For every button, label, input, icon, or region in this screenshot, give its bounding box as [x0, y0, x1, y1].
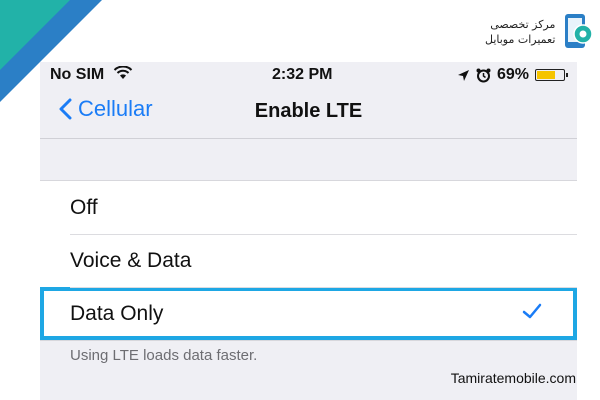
- battery-fill: [537, 71, 555, 79]
- checkmark-icon: [522, 303, 542, 319]
- alarm-icon: [476, 68, 491, 82]
- option-data-only[interactable]: Data Only: [40, 287, 577, 340]
- wifi-icon: [113, 65, 132, 79]
- option-label: Data Only: [70, 301, 164, 325]
- watermark-text: Tamiratemobile.com: [450, 370, 576, 386]
- brand-logo-text: مرکز تخصصی تعمیرات موبایل: [485, 17, 555, 47]
- option-off[interactable]: Off: [40, 181, 577, 234]
- option-label: Voice & Data: [70, 248, 192, 272]
- battery-percent: 69%: [496, 66, 529, 83]
- battery-icon: [535, 69, 568, 81]
- lte-options-list: Off Voice & Data Data Only: [40, 180, 577, 341]
- battery-tip: [566, 73, 568, 77]
- location-arrow-icon: [457, 69, 469, 81]
- brand-logo-line2: تعمیرات موبایل: [485, 33, 556, 46]
- carrier-label: No SIM: [50, 66, 105, 83]
- phone-screen: No SIM 2:32 PM 69% Cellular Enable LTE O…: [40, 62, 577, 400]
- status-bar: No SIM 2:32 PM 69%: [40, 62, 577, 88]
- footer-note: Using LTE loads data faster.: [70, 347, 258, 364]
- status-carrier-group: No SIM: [50, 65, 133, 84]
- corner-ribbon-accent: [0, 0, 70, 70]
- brand-logo: مرکز تخصصی تعمیرات موبایل: [485, 12, 595, 52]
- page-title: Enable LTE: [254, 100, 363, 122]
- phone-gear-icon: [565, 14, 594, 48]
- status-time: 2:32 PM: [272, 66, 333, 83]
- navigation-bar: Cellular Enable LTE: [40, 88, 577, 139]
- option-label: Off: [70, 195, 98, 219]
- option-voice-data[interactable]: Voice & Data: [40, 234, 577, 287]
- brand-logo-line1: مرکز تخصصی: [490, 18, 556, 31]
- status-right-group: 69%: [457, 66, 568, 84]
